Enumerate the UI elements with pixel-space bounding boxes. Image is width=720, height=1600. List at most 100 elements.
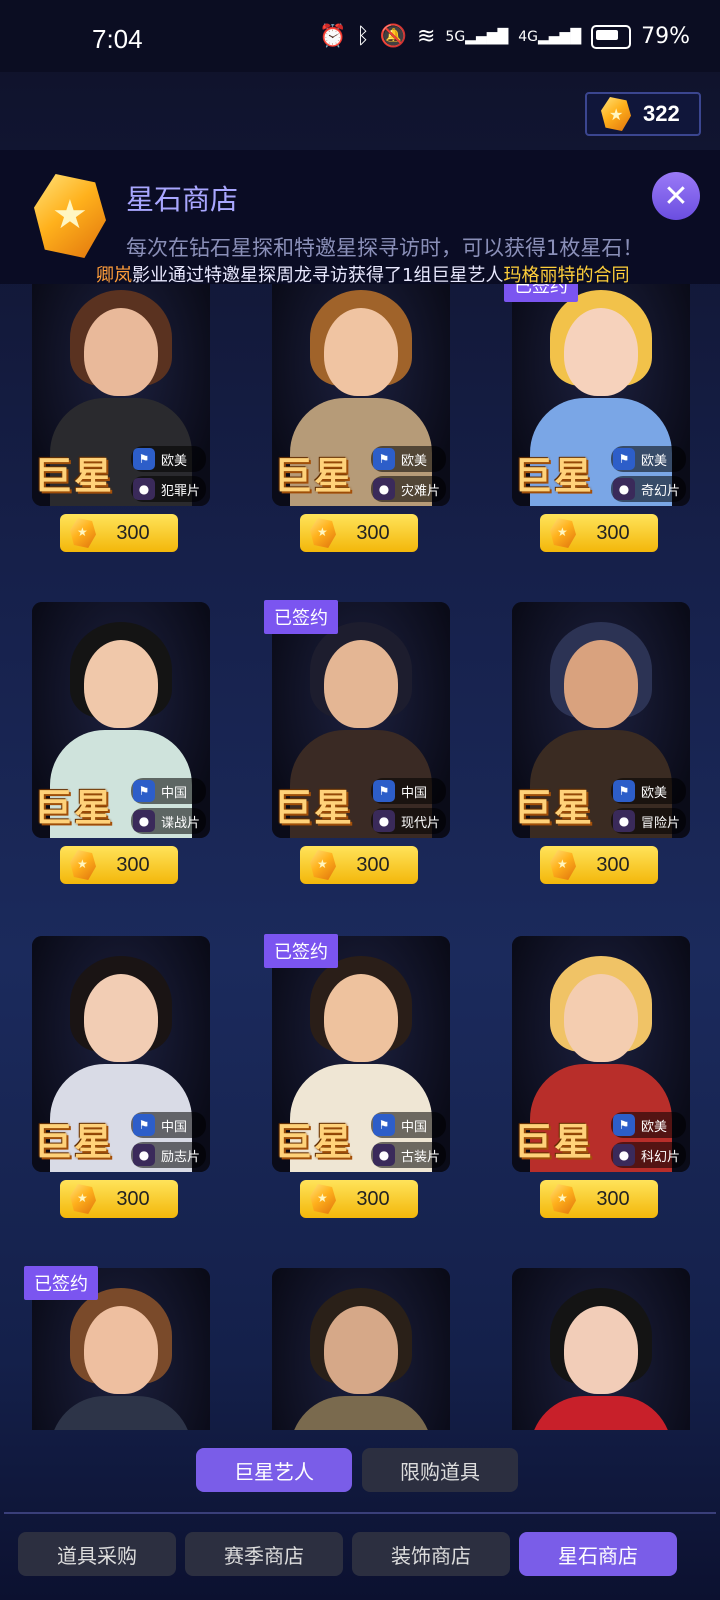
genre-icon: ●: [132, 810, 155, 832]
price-button[interactable]: 300: [540, 846, 658, 884]
genre-icon: ●: [372, 810, 395, 832]
price-button[interactable]: 300: [300, 1180, 418, 1218]
region-tag: ⚑ 欧美: [610, 446, 686, 472]
tier-label: 巨星: [514, 454, 595, 498]
close-button[interactable]: ✕: [652, 172, 700, 220]
star-gem-icon: [70, 1184, 96, 1214]
region-tag: ⚑ 欧美: [370, 446, 446, 472]
star-gem-icon: [601, 97, 631, 131]
price-button[interactable]: 300: [540, 1180, 658, 1218]
signed-badge: 已签约: [264, 934, 338, 968]
artist-grid: 巨星⚑欧美●犯罪片300巨星⚑欧美●灾难片300已签约巨星⚑欧美●奇幻片300巨…: [0, 284, 720, 1430]
genre-tag: ● 灾难片: [370, 476, 446, 502]
artist-card[interactable]: 已签约 巨星 ⚑ 中国 ● 古装片: [264, 934, 450, 1172]
alarm-icon: ⏰: [318, 24, 347, 49]
star-gem-icon: [70, 518, 96, 548]
artist-card[interactable]: 巨星 ⚑ 欧美 ● 科幻片: [512, 936, 690, 1172]
star-stone-count: 322: [643, 101, 680, 126]
genre-tag-text: 谍战片: [160, 815, 200, 831]
price-button[interactable]: 300: [540, 514, 658, 552]
region-flag-icon: ⚑: [132, 448, 155, 470]
star-stone-balance[interactable]: 322: [585, 92, 701, 136]
tab-star-artists[interactable]: 巨星艺人: [196, 1448, 352, 1492]
close-icon: ✕: [663, 178, 689, 214]
banner-gem-icon: [34, 174, 106, 258]
genre-tag-text: 励志片: [160, 1149, 200, 1165]
genre-icon: ●: [132, 478, 155, 500]
artist-card[interactable]: [512, 1268, 690, 1430]
region-flag-icon: ⚑: [372, 1114, 395, 1136]
artist-card[interactable]: 已签约 巨星 ⚑ 欧美 ● 奇幻片: [504, 284, 690, 506]
star-gem-icon: [550, 850, 576, 880]
genre-tag-text: 冒险片: [640, 815, 680, 831]
tab-decor-shop[interactable]: 装饰商店: [352, 1532, 510, 1576]
artist-tags: ⚑ 中国 ● 谍战片: [130, 778, 206, 834]
bluetooth-icon: ᛒ: [356, 24, 370, 49]
genre-tag: ● 科幻片: [610, 1142, 686, 1168]
artist-card[interactable]: 巨星 ⚑ 中国 ● 励志片: [32, 936, 210, 1172]
mute-icon: 🔕: [379, 24, 407, 49]
shop-description: 每次在钻石星探和特邀星探寻访时，可以获得1枚星石！: [126, 236, 644, 260]
star-gem-icon: [550, 518, 576, 548]
artist-tags: ⚑ 欧美 ● 冒险片: [610, 778, 686, 834]
region-tag-text: 欧美: [640, 1119, 667, 1135]
sub-tabs: 巨星艺人 限购道具: [196, 1448, 518, 1492]
region-flag-icon: ⚑: [372, 780, 395, 802]
region-tag: ⚑ 欧美: [610, 778, 686, 804]
region-flag-icon: ⚑: [132, 1114, 155, 1136]
region-tag-text: 欧美: [640, 785, 667, 801]
genre-tag: ● 犯罪片: [130, 476, 206, 502]
region-tag: ⚑ 中国: [370, 778, 446, 804]
tier-label: 巨星: [34, 1120, 115, 1164]
region-flag-icon: ⚑: [612, 448, 635, 470]
region-tag: ⚑ 欧美: [130, 446, 206, 472]
artist-tags: ⚑ 中国 ● 现代片: [370, 778, 446, 834]
genre-tag-text: 奇幻片: [640, 483, 680, 499]
price-button[interactable]: 300: [60, 846, 178, 884]
artist-card[interactable]: 已签约 巨星 ⚑ 中国 ● 现代片: [264, 600, 450, 838]
price-value: 300: [356, 521, 390, 544]
genre-tag-text: 科幻片: [640, 1149, 680, 1165]
tab-star-stone-shop[interactable]: 星石商店: [519, 1532, 677, 1576]
artist-portrait: [512, 1268, 690, 1430]
tab-limited-items[interactable]: 限购道具: [362, 1448, 518, 1492]
status-icons: ⏰ ᛒ 🔕 ≋ 5G▂▄▆█ 4G▂▄▆█ 79%: [319, 24, 690, 49]
price-button[interactable]: 300: [60, 514, 178, 552]
signal-5g-icon: 5G▂▄▆█: [445, 28, 509, 45]
region-tag: ⚑ 中国: [130, 778, 206, 804]
artist-card[interactable]: 巨星 ⚑ 欧美 ● 冒险片: [512, 602, 690, 838]
star-gem-icon: [70, 850, 96, 880]
genre-tag-text: 灾难片: [400, 483, 440, 499]
genre-icon: ●: [132, 1144, 155, 1166]
genre-tag-text: 现代片: [400, 815, 440, 831]
artist-tags: ⚑ 中国 ● 励志片: [130, 1112, 206, 1168]
artist-tags: ⚑ 欧美 ● 犯罪片: [130, 446, 206, 502]
region-tag-text: 中国: [160, 785, 187, 801]
status-bar: 7:04 ⏰ ᛒ 🔕 ≋ 5G▂▄▆█ 4G▂▄▆█ 79%: [0, 0, 720, 72]
price-button[interactable]: 300: [300, 514, 418, 552]
tab-season-shop[interactable]: 赛季商店: [185, 1532, 343, 1576]
region-tag: ⚑ 中国: [130, 1112, 206, 1138]
artist-card[interactable]: 巨星 ⚑ 欧美 ● 犯罪片: [32, 284, 210, 506]
region-tag-text: 中国: [400, 785, 427, 801]
region-tag: ⚑ 欧美: [610, 1112, 686, 1138]
artist-portrait: [272, 1268, 450, 1430]
star-gem-icon: [310, 518, 336, 548]
price-button[interactable]: 300: [60, 1180, 178, 1218]
divider: [4, 1512, 716, 1514]
genre-tag: ● 冒险片: [610, 808, 686, 834]
genre-icon: ●: [372, 478, 395, 500]
battery-icon: [591, 24, 632, 49]
artist-card[interactable]: [272, 1268, 450, 1430]
artist-card[interactable]: 巨星 ⚑ 中国 ● 谍战片: [32, 602, 210, 838]
artist-card[interactable]: 已签约: [24, 1266, 210, 1430]
price-button[interactable]: 300: [300, 846, 418, 884]
genre-tag: ● 古装片: [370, 1142, 446, 1168]
artist-card[interactable]: 巨星 ⚑ 欧美 ● 灾难片: [272, 284, 450, 506]
tab-item-purchase[interactable]: 道具采购: [18, 1532, 176, 1576]
price-value: 300: [356, 853, 390, 876]
signed-badge: 已签约: [504, 284, 578, 302]
price-value: 300: [116, 853, 150, 876]
star-gem-icon: [310, 1184, 336, 1214]
genre-tag-text: 犯罪片: [160, 483, 200, 499]
